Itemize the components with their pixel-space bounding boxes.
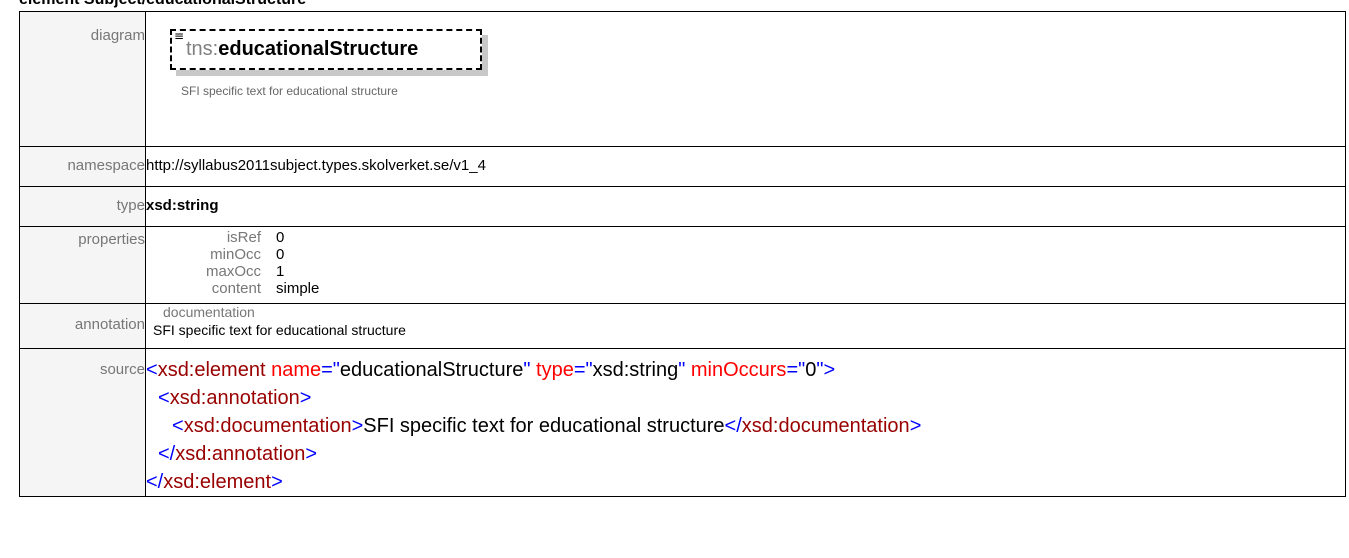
label-properties: properties (19, 226, 146, 304)
diagram: ≡ tns:educationalStructure SFI specific … (146, 12, 1345, 146)
prop-key: maxOcc (205, 263, 261, 280)
label-annotation: annotation (19, 303, 146, 349)
annotation-heading: documentation (163, 304, 255, 320)
row-type: type xsd:string (19, 186, 1346, 227)
row-diagram: diagram ≡ tns:educationalStructure SFI s… (19, 11, 1346, 147)
row-properties: properties isRef 0 minOcc 0 maxOcc 1 conten… (19, 226, 1346, 304)
row-namespace: namespace http://syllabus2011subject.typ… (19, 146, 1346, 187)
source-line: <xsd:documentation>SFI specific text for… (172, 415, 922, 437)
source-line: <xsd:annotation> (158, 387, 312, 409)
source-line: </xsd:annotation> (158, 443, 318, 465)
element-doc-table: diagram ≡ tns:educationalStructure SFI s… (19, 11, 1346, 497)
source-cell: <xsd:element name="educationalStructure"… (145, 348, 1346, 497)
prop-value: 0 (276, 229, 285, 246)
prop-key: minOcc (210, 246, 261, 263)
label-source: source (19, 348, 146, 497)
source-line: <xsd:element name="educationalStructure"… (146, 359, 836, 381)
annotation-cell: documentation SFI specific text for educ… (145, 303, 1346, 349)
namespace-value-cell: http://syllabus2011subject.types.skolver… (145, 146, 1346, 187)
properties-cell: isRef 0 minOcc 0 maxOcc 1 content simple (145, 226, 1346, 304)
prop-key: content (211, 280, 261, 297)
element-local-name: educationalStructure (218, 38, 419, 60)
namespace-value: http://syllabus2011subject.types.skolver… (146, 157, 486, 174)
diagram-cell: ≡ tns:educationalStructure SFI specific … (145, 11, 1346, 147)
prop-value: simple (276, 280, 320, 297)
properties-list: isRef 0 minOcc 0 maxOcc 1 content simple (146, 227, 1345, 297)
element-box[interactable]: ≡ tns:educationalStructure (170, 29, 482, 70)
type-value-cell: xsd:string (145, 186, 1346, 227)
source-line: </xsd:element> (146, 471, 283, 493)
label-namespace: namespace (19, 146, 146, 187)
label-type: type (19, 186, 146, 227)
list-icon: ≡ (174, 29, 185, 43)
row-annotation: annotation documentation SFI specific te… (19, 303, 1346, 349)
element-name: tns:educationalStructure (186, 38, 418, 61)
annotation-text: SFI specific text for educational struct… (153, 322, 406, 338)
label-diagram: diagram (19, 11, 146, 147)
row-source: source <xsd:element name="educationalStr… (19, 348, 1346, 497)
prop-value: 1 (276, 263, 285, 280)
source-code: <xsd:element name="educationalStructure"… (146, 349, 1345, 496)
element-prefix: tns: (186, 38, 219, 60)
page-title: element Subject/educationalStructure (19, 0, 306, 9)
prop-value: 0 (276, 246, 285, 263)
diagram-note: SFI specific text for educational struct… (181, 84, 398, 98)
prop-key: isRef (226, 229, 261, 246)
type-value[interactable]: xsd:string (146, 187, 219, 214)
